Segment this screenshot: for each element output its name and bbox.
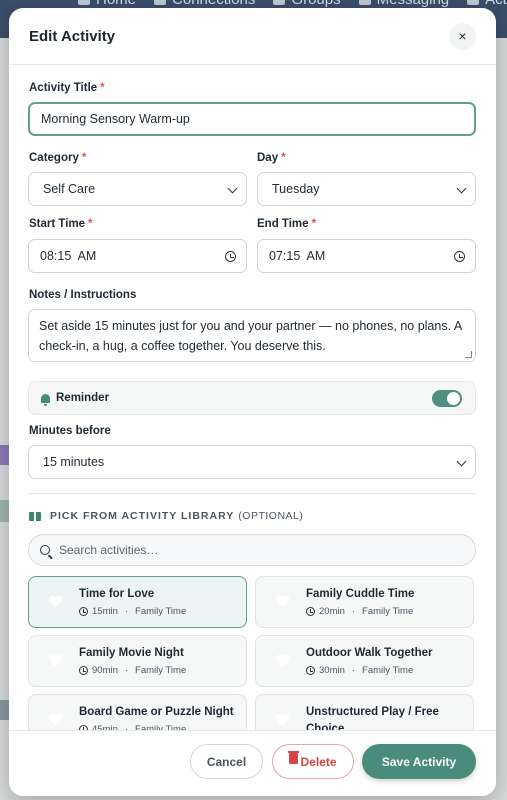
search-icon	[40, 545, 50, 555]
messaging-icon	[358, 0, 371, 5]
chevron-down-icon	[456, 183, 467, 194]
category-select[interactable]: Self Care	[28, 172, 247, 206]
required-mark: *	[100, 82, 105, 94]
edit-activity-modal: Edit Activity × Activity Title * Morning …	[9, 8, 496, 796]
close-button[interactable]: ×	[449, 22, 476, 50]
connections-icon	[154, 0, 167, 5]
book-icon	[29, 511, 41, 521]
groups-icon	[273, 0, 286, 5]
activity-search-input[interactable]: Search activities…	[28, 534, 476, 566]
clock-icon	[306, 607, 315, 616]
minutes-before-label: Minutes before	[29, 425, 111, 437]
end-time-label: End Time *	[257, 218, 317, 230]
modal-title: Edit Activity	[29, 27, 116, 45]
heart-icon	[49, 714, 62, 726]
nav-activity[interactable]: Activity	[467, 0, 507, 8]
clock-icon	[306, 666, 315, 675]
minutes-before-select[interactable]: 15 minutes	[28, 445, 476, 479]
home-icon	[78, 0, 90, 5]
heart-icon	[276, 714, 289, 726]
heart-icon	[49, 596, 62, 608]
cancel-button[interactable]: Cancel	[190, 744, 263, 779]
activity-title-input[interactable]: Morning Sensory Warm-up	[28, 102, 476, 136]
library-card[interactable]: Outdoor Walk Together 30min · Family Time	[255, 635, 474, 687]
notes-label: Notes / Instructions	[29, 289, 137, 301]
category-label: Category *	[29, 152, 87, 164]
title-label: Activity Title *	[29, 82, 105, 94]
reminder-toggle[interactable]	[432, 390, 462, 407]
heart-icon	[49, 655, 62, 667]
start-time-input[interactable]: 08:15 AM	[28, 239, 247, 273]
clock-icon[interactable]	[225, 251, 236, 262]
reminder-label: Reminder	[56, 392, 110, 404]
bell-icon	[41, 393, 50, 406]
reminder-row: Reminder	[28, 381, 476, 415]
modal-footer: Cancel Delete Save Activity	[9, 730, 496, 796]
delete-button[interactable]: Delete	[272, 744, 354, 779]
nav-groups[interactable]: Groups	[273, 0, 341, 8]
library-card[interactable]: Time for Love 15min · Family Time	[28, 576, 247, 628]
modal-header: Edit Activity ×	[9, 8, 496, 65]
nav-messaging[interactable]: Messaging	[358, 0, 449, 8]
clock-icon[interactable]	[454, 251, 465, 262]
library-card[interactable]: Family Movie Night 90min · Family Time	[28, 635, 247, 687]
nav-connections[interactable]: Connections	[154, 0, 255, 8]
toggle-knob	[447, 392, 460, 405]
chevron-down-icon	[227, 183, 238, 194]
chevron-down-icon	[456, 456, 467, 467]
library-heading: PICK FROM ACTIVITY LIBRARY (OPTIONAL)	[29, 510, 303, 522]
clock-icon	[79, 666, 88, 675]
day-select[interactable]: Tuesday	[257, 172, 476, 206]
activity-library-list: Time for Love 15min · Family Time Family C…	[28, 576, 475, 734]
heart-icon	[276, 655, 289, 667]
end-time-input[interactable]: 07:15 AM	[257, 239, 476, 273]
close-icon: ×	[458, 28, 467, 44]
divider	[29, 493, 476, 494]
resize-handle[interactable]	[465, 351, 472, 358]
library-card[interactable]: Board Game or Puzzle Night 45min · Family …	[28, 694, 247, 734]
nav-home[interactable]: Home	[78, 0, 136, 8]
save-activity-button[interactable]: Save Activity	[362, 744, 476, 779]
day-label: Day *	[257, 152, 286, 164]
heart-icon	[276, 596, 289, 608]
clock-icon	[79, 607, 88, 616]
library-card[interactable]: Family Cuddle Time 20min · Family Time	[255, 576, 474, 628]
start-time-label: Start Time *	[29, 218, 93, 230]
notes-textarea[interactable]: Set aside 15 minutes just for you and yo…	[28, 309, 476, 362]
library-card[interactable]: Unstructured Play / Free Choice	[255, 694, 474, 734]
activity-icon	[467, 0, 480, 5]
trash-icon	[288, 751, 300, 764]
